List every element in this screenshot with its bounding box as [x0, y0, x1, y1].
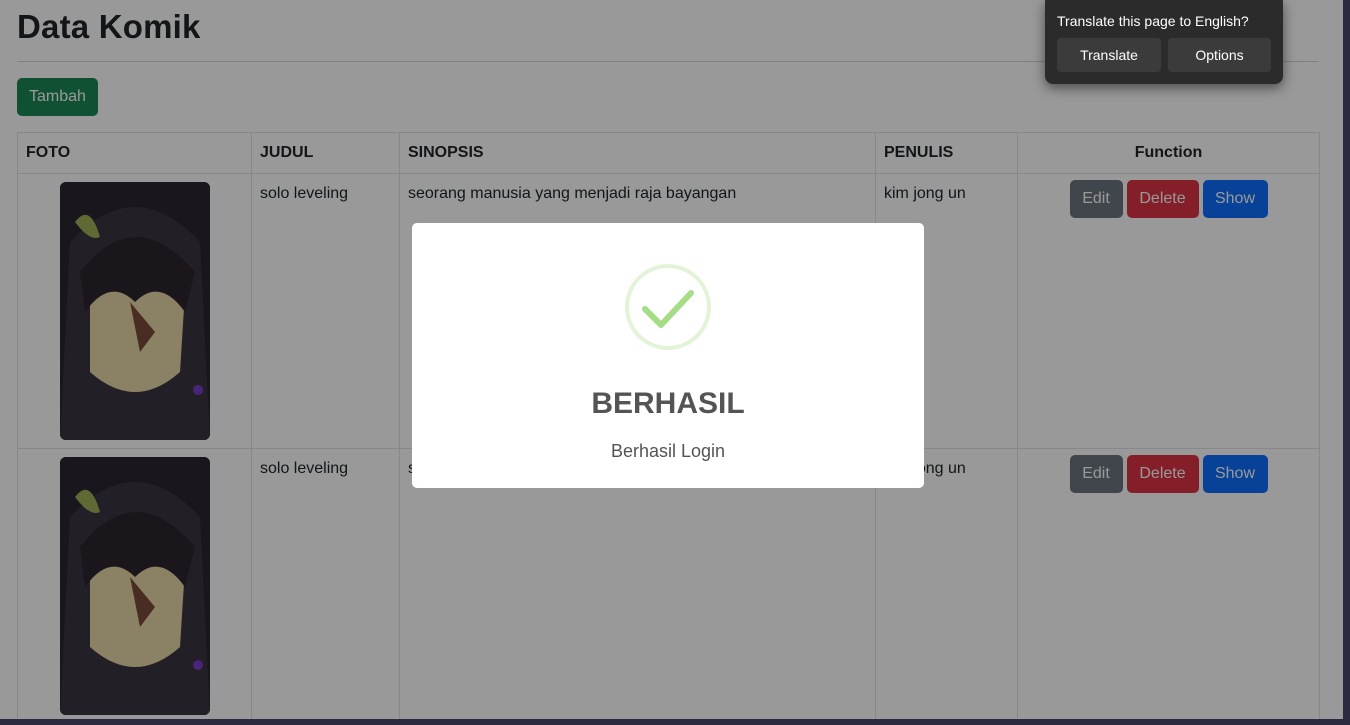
check-icon — [625, 264, 711, 350]
options-button[interactable]: Options — [1168, 38, 1271, 72]
translate-prompt: Translate this page to English? — [1057, 13, 1249, 29]
translate-button[interactable]: Translate — [1057, 38, 1161, 72]
translate-popup: Translate this page to English? Translat… — [1045, 0, 1283, 84]
modal-title: BERHASIL — [591, 387, 745, 420]
modal-message: Berhasil Login — [610, 441, 726, 461]
success-modal: BERHASIL Berhasil Login — [412, 223, 924, 488]
page: Data Komik Tambah FOTO JUDUL SINOPSIS PE… — [0, 0, 1343, 719]
